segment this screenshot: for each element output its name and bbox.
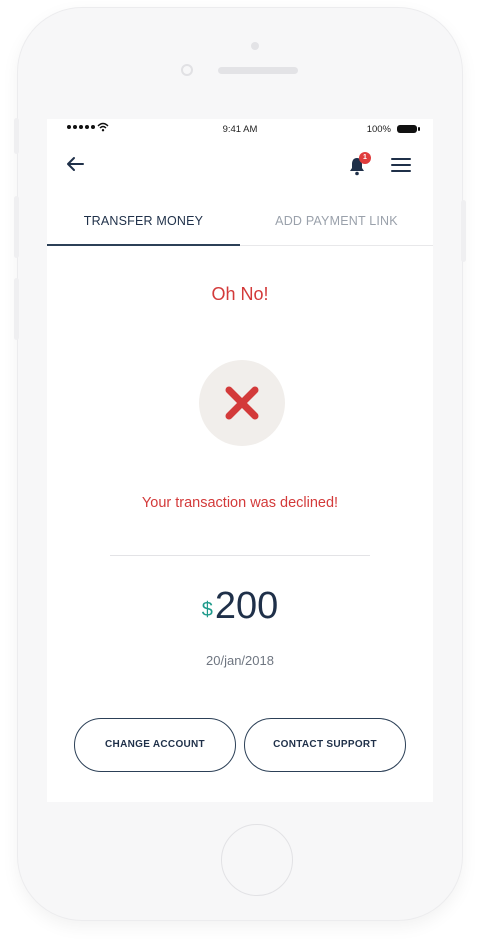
tab-bar: TRANSFER MONEY ADD PAYMENT LINK: [47, 197, 433, 246]
status-bar: 9:41 AM 100%: [47, 119, 433, 141]
active-tab-indicator: [47, 244, 240, 246]
divider: [110, 555, 370, 556]
power-button: [461, 200, 466, 262]
transaction-amount: $200: [47, 585, 433, 628]
declined-status-badge: [199, 360, 285, 446]
app-screen: 9:41 AM 100% 1 TRANSFER MONEY ADD PAYMEN…: [47, 119, 433, 802]
volume-up-button: [14, 196, 19, 258]
amount-value: 200: [214, 585, 279, 627]
change-account-button[interactable]: CHANGE ACCOUNT: [74, 718, 236, 772]
home-button[interactable]: [221, 824, 293, 896]
currency-symbol: $: [201, 599, 213, 621]
close-x-icon: [225, 386, 259, 420]
transaction-date: 20/jan/2018: [206, 653, 274, 668]
hamburger-menu-icon[interactable]: [391, 157, 411, 173]
declined-message: Your transaction was declined!: [141, 495, 339, 511]
battery-percent: 100%: [366, 124, 391, 135]
tab-transfer-money[interactable]: TRANSFER MONEY: [47, 197, 240, 245]
mute-switch: [14, 118, 19, 154]
contact-support-button[interactable]: CONTACT SUPPORT: [244, 718, 406, 772]
notification-badge: 1: [359, 152, 371, 164]
battery-icon: [397, 125, 420, 133]
front-camera: [181, 64, 193, 76]
earpiece-speaker: [218, 67, 298, 74]
arrow-left-icon[interactable]: [63, 152, 87, 176]
tab-add-payment-link[interactable]: ADD PAYMENT LINK: [240, 197, 433, 245]
front-sensor: [251, 42, 259, 50]
result-title: Oh No!: [211, 284, 269, 304]
volume-down-button: [14, 278, 19, 340]
